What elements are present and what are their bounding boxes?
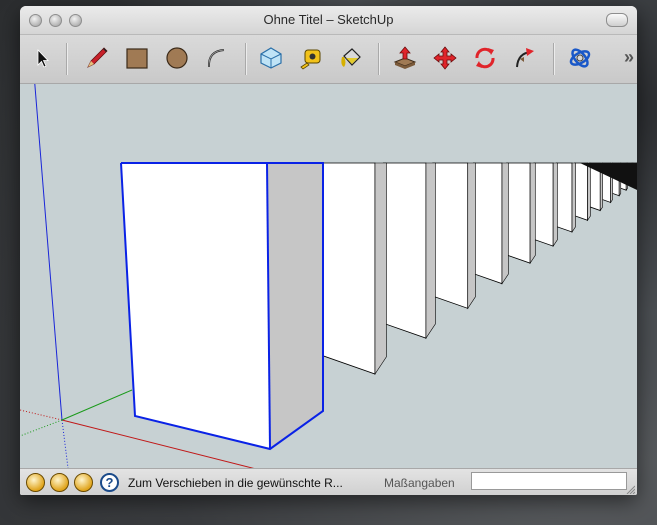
- green-axis-line: [61, 389, 133, 421]
- geo-location-icon[interactable]: [26, 473, 45, 492]
- sketchup-window: Ohne Titel – SketchUp » ? Zum Verschiebe…: [20, 6, 637, 495]
- select-tool-button[interactable]: [28, 43, 58, 73]
- move-icon: [433, 46, 457, 70]
- rectangle-tool-button[interactable]: [122, 43, 152, 73]
- status-message: Zum Verschieben in die gewünschte R...: [128, 476, 343, 490]
- make-component-tool-button[interactable]: [256, 43, 286, 73]
- box-side[interactable]: [501, 162, 509, 285]
- push-pull-tool-button[interactable]: [390, 43, 420, 73]
- circle-icon: [166, 47, 188, 69]
- rotate-tool-button[interactable]: [470, 43, 500, 73]
- box-side[interactable]: [467, 162, 476, 310]
- orbit-tool-button[interactable]: [565, 43, 595, 73]
- box-side[interactable]: [529, 162, 536, 265]
- toolbar: »: [20, 35, 637, 84]
- rectangle-icon: [126, 48, 148, 69]
- follow-me-icon: [516, 48, 534, 68]
- push-pull-icon: [393, 46, 417, 69]
- toolbar-separator: [378, 43, 379, 75]
- toolbar-overflow-button[interactable]: »: [624, 47, 634, 68]
- box-face[interactable]: [432, 162, 469, 309]
- red-axis-negative: [20, 409, 63, 421]
- measurements-label: Maßangaben: [384, 476, 455, 490]
- toolbar-separator: [245, 43, 246, 75]
- move-tool-button[interactable]: [430, 43, 460, 73]
- box-face[interactable]: [472, 162, 503, 285]
- help-icon[interactable]: ?: [100, 473, 119, 492]
- credits-icon[interactable]: [50, 473, 69, 492]
- paint-bucket-tool-button[interactable]: [336, 43, 366, 73]
- toolbar-separator: [66, 43, 67, 75]
- pencil-icon: [87, 47, 108, 68]
- line-tool-button[interactable]: [82, 43, 112, 73]
- box-face[interactable]: [322, 162, 376, 375]
- title-bar[interactable]: Ohne Titel – SketchUp: [20, 6, 637, 35]
- paint-bucket-icon: [341, 48, 361, 67]
- orbit-icon: [569, 48, 591, 68]
- box-face[interactable]: [555, 162, 573, 233]
- component-icon: [260, 47, 282, 69]
- toolbar-separator: [553, 43, 554, 75]
- toolbar-toggle-button[interactable]: [606, 13, 628, 27]
- box-side[interactable]: [571, 162, 576, 233]
- tape-measure-tool-button[interactable]: [296, 43, 326, 73]
- box-face[interactable]: [382, 162, 427, 339]
- window-title: Ohne Titel – SketchUp: [263, 12, 394, 27]
- selected-box[interactable]: [120, 162, 324, 451]
- box-side[interactable]: [374, 162, 387, 375]
- model-canvas[interactable]: [20, 84, 637, 468]
- box-side-face[interactable]: [267, 163, 323, 449]
- box-side[interactable]: [552, 162, 558, 248]
- status-bar: ? Zum Verschieben in die gewünschte R...…: [20, 468, 637, 495]
- drawing-viewport[interactable]: [20, 84, 637, 468]
- box-side[interactable]: [425, 162, 436, 340]
- arc-tool-button[interactable]: [202, 43, 232, 73]
- tape-measure-icon: [300, 49, 321, 70]
- box-face[interactable]: [506, 162, 531, 264]
- arrow-cursor-icon: [37, 49, 49, 68]
- box-row: [322, 162, 637, 375]
- box-front-face[interactable]: [121, 163, 270, 449]
- circle-tool-button[interactable]: [162, 43, 192, 73]
- resize-grip-icon[interactable]: [625, 484, 635, 494]
- arc-icon: [207, 49, 225, 68]
- follow-me-tool-button[interactable]: [510, 43, 540, 73]
- rotate-icon: [475, 47, 495, 69]
- blue-axis-line: [34, 84, 63, 421]
- box-face[interactable]: [533, 162, 554, 247]
- blue-axis-negative: [61, 419, 69, 468]
- user-account-icon[interactable]: [74, 473, 93, 492]
- box-face[interactable]: [574, 162, 588, 221]
- green-axis-negative: [20, 419, 63, 437]
- measurements-input[interactable]: [471, 472, 627, 490]
- box-side[interactable]: [587, 162, 591, 222]
